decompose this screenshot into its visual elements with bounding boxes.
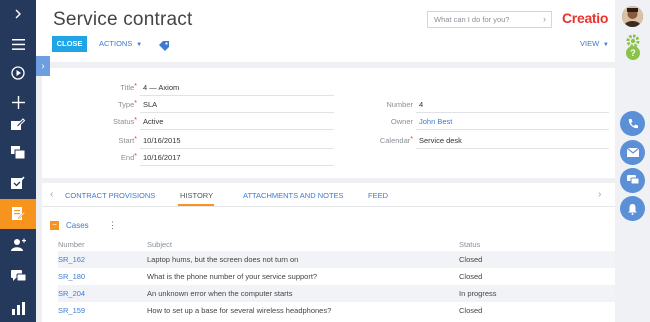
notifications-bell-icon[interactable] xyxy=(620,196,645,221)
status-label: Status xyxy=(113,117,135,126)
title-label: Title xyxy=(120,83,135,92)
cases-title[interactable]: Cases xyxy=(66,221,89,230)
app-window: Service contract What can I do for you? … xyxy=(0,0,650,322)
page-title: Service contract xyxy=(53,9,193,30)
tab-bar: ‹ CONTRACT PROVISIONS HISTORY ATTACHMENT… xyxy=(42,183,615,207)
tabs-scroll-right-icon[interactable]: › xyxy=(598,189,601,200)
left-navigation xyxy=(0,0,36,322)
case-number-link[interactable]: SR_159 xyxy=(58,306,85,315)
play-icon[interactable] xyxy=(0,59,36,87)
tabs-scroll-left-icon[interactable]: ‹ xyxy=(50,189,53,200)
profile-panel-toggle[interactable]: › xyxy=(36,56,50,76)
expand-chevron-icon[interactable] xyxy=(0,0,36,28)
help-icon[interactable]: ? xyxy=(626,46,640,60)
email-icon[interactable] xyxy=(620,140,645,165)
number-field[interactable]: Number 4 xyxy=(386,97,609,113)
grid-header: Number Subject Status xyxy=(58,236,615,251)
contract-profile-card: Title* 4 — Axiom Type* SLA Status* Activ… xyxy=(42,68,615,178)
actions-label: ACTIONS xyxy=(99,39,133,48)
menu-icon[interactable] xyxy=(0,30,36,58)
more-options-icon[interactable]: ⋮ xyxy=(108,220,117,231)
tab-feed[interactable]: FEED xyxy=(368,191,388,200)
edit-icon[interactable] xyxy=(0,110,36,138)
case-number-link[interactable]: SR_204 xyxy=(58,289,85,298)
view-label: VIEW xyxy=(580,39,600,48)
contacts-icon[interactable] xyxy=(0,230,36,258)
command-search-input[interactable]: What can I do for you? › xyxy=(427,11,552,28)
number-label: Number xyxy=(386,100,413,109)
case-subject: What is the phone number of your service… xyxy=(147,272,318,281)
page-header: Service contract What can I do for you? … xyxy=(36,0,615,62)
owner-link[interactable]: John Best xyxy=(419,117,452,126)
avatar[interactable] xyxy=(622,6,643,27)
chat-icon[interactable] xyxy=(620,168,645,193)
copy-icon[interactable] xyxy=(0,138,36,166)
phone-icon[interactable] xyxy=(620,111,645,136)
case-status: Closed xyxy=(459,272,483,281)
case-status: Closed xyxy=(459,255,483,264)
column-header-status[interactable]: Status xyxy=(459,240,480,249)
chevron-right-icon: › xyxy=(41,60,45,72)
search-placeholder: What can I do for you? xyxy=(434,15,510,24)
owner-field[interactable]: Owner John Best xyxy=(391,114,609,130)
status-field[interactable]: Status* Active xyxy=(113,114,334,130)
contracts-icon[interactable] xyxy=(0,199,36,229)
table-row[interactable]: SR_204 An unknown error when the compute… xyxy=(58,285,615,302)
case-subject: How to set up a base for several wireles… xyxy=(147,306,332,315)
type-label: Type xyxy=(118,100,135,109)
view-button[interactable]: VIEW ▼ xyxy=(580,36,609,52)
collapse-icon[interactable]: − xyxy=(50,221,59,230)
actions-button[interactable]: ACTIONS ▼ xyxy=(99,36,142,52)
table-row[interactable]: SR_162 Laptop hums, but the screen does … xyxy=(58,251,615,268)
end-date-field[interactable]: End* 10/16/2017 xyxy=(121,150,334,166)
tab-attachments-notes[interactable]: ATTACHMENTS AND NOTES xyxy=(243,191,344,200)
chat-icon[interactable] xyxy=(0,262,36,290)
case-number-link[interactable]: SR_162 xyxy=(58,255,85,264)
calendar-label: Calendar xyxy=(379,136,411,145)
tab-history[interactable]: HISTORY xyxy=(180,191,213,200)
end-label: End xyxy=(120,153,135,162)
active-tab-indicator xyxy=(178,204,214,206)
tasks-icon[interactable] xyxy=(0,168,36,196)
start-value: 10/16/2015 xyxy=(143,136,181,145)
analytics-icon[interactable] xyxy=(0,294,36,322)
main-area: Service contract What can I do for you? … xyxy=(36,0,615,322)
case-status: In progress xyxy=(459,289,497,298)
case-subject: An unknown error when the computer start… xyxy=(147,289,293,298)
tab-contract-provisions[interactable]: CONTRACT PROVISIONS xyxy=(65,191,155,200)
case-status: Closed xyxy=(459,306,483,315)
status-value: Active xyxy=(143,117,164,126)
table-row[interactable]: SR_159 How to set up a base for several … xyxy=(58,302,615,319)
end-value: 10/16/2017 xyxy=(143,153,181,162)
chevron-down-icon: ▼ xyxy=(134,42,143,48)
column-header-number[interactable]: Number xyxy=(58,240,85,249)
owner-label: Owner xyxy=(390,117,413,126)
calendar-field[interactable]: Calendar* Service desk xyxy=(380,133,609,149)
case-subject: Laptop hums, but the screen does not tur… xyxy=(147,255,299,264)
case-number-link[interactable]: SR_180 xyxy=(58,272,85,281)
calendar-value: Service desk xyxy=(419,136,462,145)
start-date-field[interactable]: Start* 10/16/2015 xyxy=(118,133,334,149)
search-go-icon[interactable]: › xyxy=(543,14,546,24)
type-value: SLA xyxy=(143,100,158,109)
title-field[interactable]: Title* 4 — Axiom xyxy=(120,80,334,96)
close-button[interactable]: CLOSE xyxy=(52,36,87,52)
chevron-down-icon: ▼ xyxy=(601,42,609,48)
title-value: 4 — Axiom xyxy=(143,83,180,92)
tag-icon[interactable] xyxy=(159,38,169,56)
communication-panel: ? xyxy=(615,0,650,322)
table-row[interactable]: SR_180 What is the phone number of your … xyxy=(58,268,615,285)
cases-grid: Number Subject Status SR_162 Laptop hums… xyxy=(58,236,615,319)
column-header-subject[interactable]: Subject xyxy=(147,240,172,249)
type-field[interactable]: Type* SLA xyxy=(118,97,334,113)
number-value: 4 xyxy=(419,100,424,109)
tabs-panel: ‹ CONTRACT PROVISIONS HISTORY ATTACHMENT… xyxy=(42,183,615,322)
start-label: Start xyxy=(118,136,135,145)
logo: Creatio xyxy=(562,10,609,26)
